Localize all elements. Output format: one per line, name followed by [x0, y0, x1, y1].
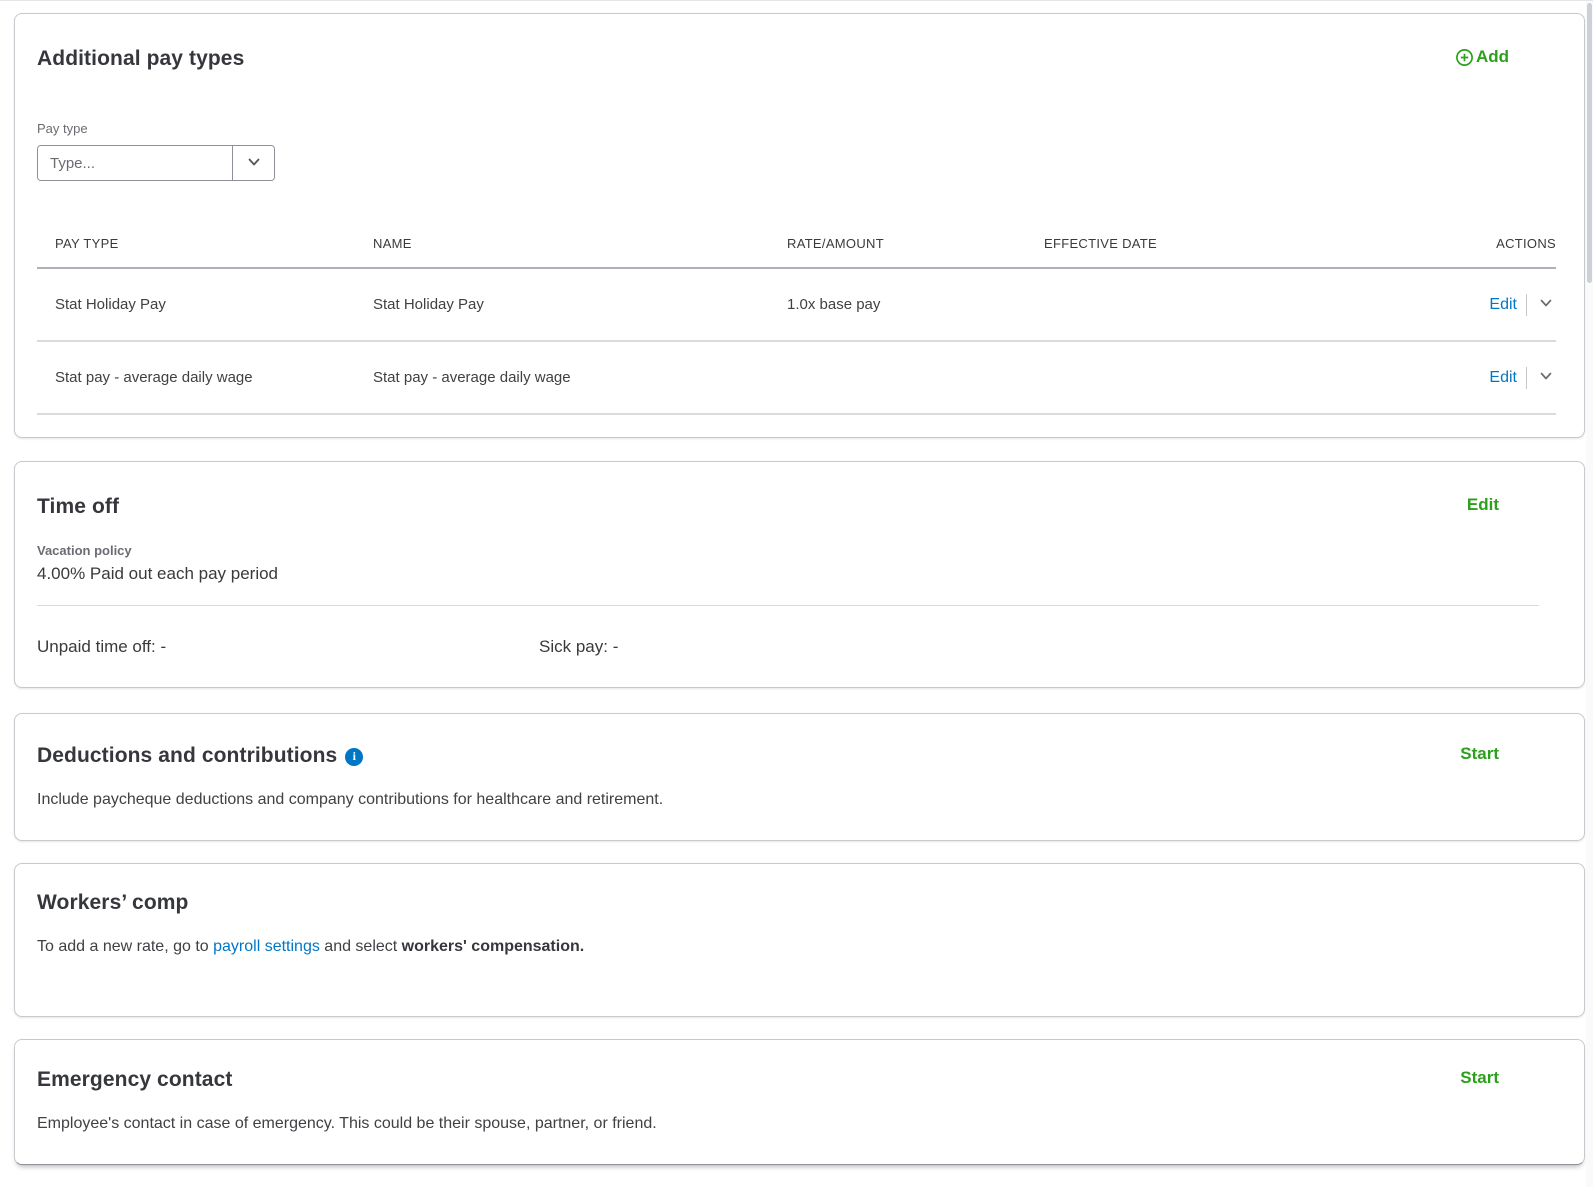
payroll-settings-link[interactable]: payroll settings	[213, 938, 320, 955]
row-menu-button[interactable]	[1536, 293, 1556, 316]
workers-compensation-bold-text: workers' compensation.	[402, 938, 585, 955]
pay-type-combobox	[37, 145, 275, 181]
cell-name: Stat Holiday Pay	[373, 296, 787, 313]
workers-comp-text-before: To add a new rate, go to	[37, 938, 213, 955]
divider	[37, 605, 1539, 606]
deductions-description: Include paycheque deductions and company…	[37, 789, 1499, 810]
cell-name: Stat pay - average daily wage	[373, 369, 787, 386]
scrollbar[interactable]	[1586, 1, 1593, 1187]
start-deductions-button[interactable]: Start	[1460, 744, 1499, 764]
workers-comp-title: Workers’ comp	[37, 891, 188, 915]
time-off-title: Time off	[37, 495, 119, 519]
header-pay-type: PAY TYPE	[55, 181, 373, 267]
add-pay-type-button[interactable]: Add	[1455, 47, 1509, 67]
divider	[1526, 294, 1527, 316]
emergency-contact-title: Emergency contact	[37, 1068, 232, 1092]
unpaid-time-off-value: Unpaid time off: -	[37, 637, 539, 657]
divider	[1526, 367, 1527, 389]
table-row: Stat Holiday Pay Stat Holiday Pay 1.0x b…	[37, 269, 1556, 342]
pay-type-input[interactable]	[38, 146, 232, 180]
cell-rate-amount: 1.0x base pay	[787, 296, 1044, 313]
edit-pay-type-link[interactable]: Edit	[1489, 369, 1517, 387]
pay-type-dropdown-button[interactable]	[232, 146, 274, 180]
info-icon[interactable]: i	[345, 748, 363, 766]
edit-time-off-button[interactable]: Edit	[1467, 495, 1499, 515]
time-off-card: Time off Edit Vacation policy 4.00% Paid…	[14, 461, 1585, 688]
workers-comp-card: Workers’ comp To add a new rate, go to p…	[14, 863, 1585, 1017]
sick-pay-value: Sick pay: -	[539, 637, 1499, 657]
edit-pay-type-link[interactable]: Edit	[1489, 296, 1517, 314]
vacation-policy-label: Vacation policy	[37, 543, 1499, 559]
additional-pay-types-title: Additional pay types	[37, 47, 244, 71]
cell-pay-type: Stat pay - average daily wage	[55, 369, 373, 386]
deductions-contributions-card: Deductions and contributions i Start Incl…	[14, 713, 1585, 841]
deductions-contributions-title: Deductions and contributions i	[37, 744, 363, 768]
chevron-down-icon	[1538, 368, 1554, 387]
table-row: Stat pay - average daily wage Stat pay -…	[37, 342, 1556, 415]
workers-comp-description: To add a new rate, go to payroll setting…	[37, 936, 1499, 957]
header-effective-date: EFFECTIVE DATE	[1044, 181, 1371, 267]
vacation-policy-value: 4.00% Paid out each pay period	[37, 563, 1499, 584]
start-emergency-contact-button[interactable]: Start	[1460, 1068, 1499, 1088]
deductions-title-text: Deductions and contributions	[37, 744, 337, 767]
header-name: NAME	[373, 181, 787, 267]
header-rate-amount: RATE/AMOUNT	[787, 181, 1044, 267]
chevron-down-icon	[245, 153, 263, 174]
emergency-contact-card: Emergency contact Start Employee's conta…	[14, 1039, 1585, 1165]
header-actions: ACTIONS	[1371, 181, 1556, 267]
scrollbar-thumb[interactable]	[1587, 3, 1592, 283]
row-menu-button[interactable]	[1536, 366, 1556, 389]
pay-types-table-header: PAY TYPE NAME RATE/AMOUNT EFFECTIVE DATE…	[37, 181, 1556, 269]
workers-comp-text-after: and select	[320, 938, 402, 955]
cell-pay-type: Stat Holiday Pay	[55, 296, 373, 313]
chevron-down-icon	[1538, 295, 1554, 314]
pay-type-field-label: Pay type	[37, 121, 1556, 137]
emergency-contact-description: Employee's contact in case of emergency.…	[37, 1113, 1499, 1134]
pay-types-table: PAY TYPE NAME RATE/AMOUNT EFFECTIVE DATE…	[37, 181, 1556, 415]
plus-circle-icon	[1455, 48, 1474, 67]
additional-pay-types-card: Additional pay types Add Pay type PAY TY…	[14, 13, 1585, 438]
add-button-label: Add	[1476, 47, 1509, 67]
